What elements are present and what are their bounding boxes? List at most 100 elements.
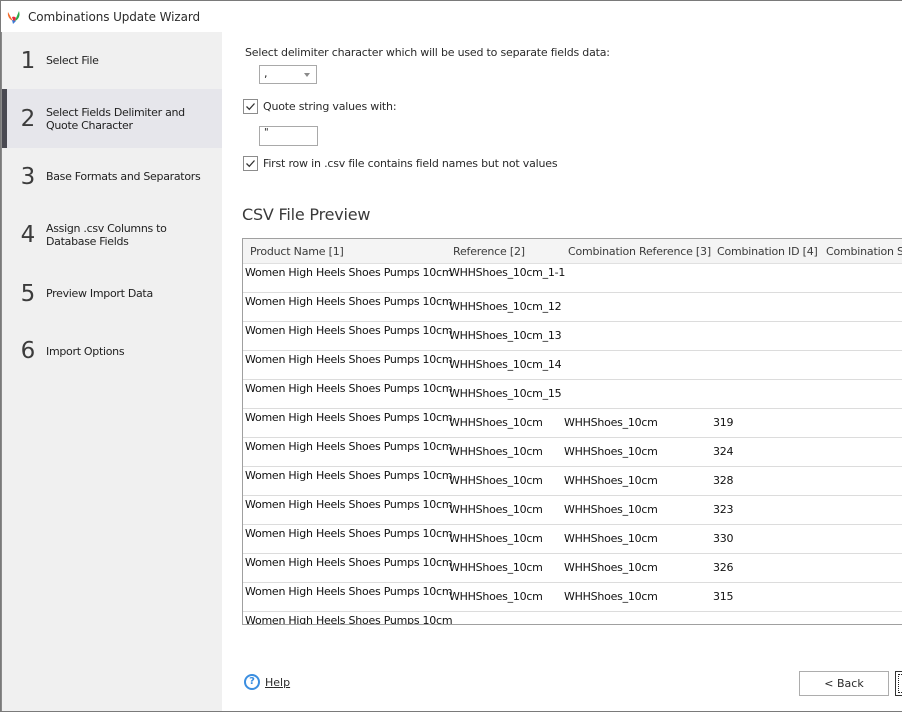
step-select-delimiter[interactable]: 2 Select Fields Delimiter and Quote Char… [2, 89, 223, 148]
table-row[interactable]: Women High Heels Shoes Pumps 10cm WHHShoe… [243, 467, 902, 496]
app-butterfly-icon [7, 10, 20, 24]
step-label: Select Fields Delimiter and Quote Charac… [46, 105, 185, 132]
table-cell: Women High Heels Shoes Pumps 10cm [245, 614, 453, 625]
column-header[interactable]: Combination Reference [3] [568, 245, 711, 258]
step-number: 5 [20, 280, 36, 307]
table-cell: WHHShoes_10cm [564, 445, 658, 458]
window-title: Combinations Update Wizard [28, 9, 200, 24]
title-bar: Combinations Update Wizard [1, 1, 902, 32]
column-header[interactable]: Combination ID [4] [717, 245, 818, 258]
table-cell: WHHShoes_10cm_13 [449, 329, 562, 342]
step-base-formats[interactable]: 3 Base Formats and Separators [2, 148, 223, 205]
column-header[interactable]: Combination S [826, 245, 902, 258]
csv-preview-title: CSV File Preview [242, 205, 371, 224]
first-row-checkbox[interactable] [243, 156, 258, 171]
step-label: Base Formats and Separators [46, 170, 201, 183]
help-link[interactable]: ? Help [244, 674, 290, 690]
quote-option: Quote string values with: [243, 99, 397, 114]
table-cell: Women High Heels Shoes Pumps 10cm [245, 382, 453, 395]
step-label: Assign .csv Columns to Database Fields [46, 222, 167, 248]
step-import-options[interactable]: 6 Import Options [2, 322, 223, 380]
table-cell: WHHShoes_10cm [564, 416, 658, 429]
wizard-steps-sidebar: 1 Select File 2 Select Fields Delimiter … [1, 32, 223, 711]
table-row[interactable]: Women High Heels Shoes Pumps 10cm WHHShoe… [243, 264, 902, 293]
step-assign-columns[interactable]: 4 Assign .csv Columns to Database Fields [2, 205, 223, 265]
table-cell: WHHShoes_10cm [449, 416, 543, 429]
step-label: Select File [46, 54, 99, 67]
table-row[interactable]: Women High Heels Shoes Pumps 10cm WHHShoe… [243, 293, 902, 322]
table-cell: WHHShoes_10cm_15 [449, 387, 562, 400]
main-panel: Select delimiter character which will be… [222, 32, 902, 711]
back-button[interactable]: < Back [799, 671, 889, 696]
wizard-window: Combinations Update Wizard 1 Select File… [0, 0, 902, 712]
table-row[interactable]: Women High Heels Shoes Pumps 10cm WHHShoe… [243, 409, 902, 438]
table-cell: WHHShoes_10cm_1-1 [449, 266, 566, 279]
table-cell: WHHShoes_10cm [564, 590, 658, 603]
table-cell: WHHShoes_10cm [449, 532, 543, 545]
table-cell: 330 [713, 532, 734, 545]
checkmark-icon [246, 160, 255, 168]
delimiter-select[interactable]: , [259, 65, 317, 84]
step-preview-import[interactable]: 5 Preview Import Data [2, 265, 223, 322]
csv-preview-grid[interactable]: Product Name [1] Reference [2] Combinati… [242, 238, 902, 625]
first-row-option: First row in .csv file contains field na… [243, 156, 558, 171]
step-label: Import Options [46, 344, 125, 358]
chevron-down-icon [304, 73, 310, 77]
table-cell: WHHShoes_10cm [449, 445, 543, 458]
table-cell: WHHShoes_10cm [449, 590, 543, 603]
table-cell: WHHShoes_10cm [449, 561, 543, 574]
step-number: 3 [20, 163, 36, 190]
delimiter-value: , [264, 67, 268, 80]
table-cell: WHHShoes_10cm [449, 474, 543, 487]
step-select-file[interactable]: 1 Select File [2, 32, 223, 89]
table-cell: WHHShoes_10cm [564, 503, 658, 516]
table-cell: WHHShoes_10cm_14 [449, 358, 562, 371]
table-cell: Women High Heels Shoes Pumps 10cm [245, 353, 453, 366]
table-cell: 324 [713, 445, 734, 458]
quote-checkbox[interactable] [243, 99, 258, 114]
step-number: 4 [20, 222, 36, 248]
next-button[interactable] [895, 671, 902, 696]
step-number: 2 [20, 105, 36, 132]
table-cell: 319 [713, 416, 734, 429]
table-cell: Women High Heels Shoes Pumps 10cm [245, 295, 453, 308]
table-cell: Women High Heels Shoes Pumps 10cm [245, 411, 453, 424]
table-cell: WHHShoes_10cm [564, 532, 658, 545]
table-cell: Women High Heels Shoes Pumps 10cm [245, 498, 453, 511]
column-header[interactable]: Product Name [1] [250, 245, 344, 258]
table-cell: 323 [713, 503, 734, 516]
table-cell: Women High Heels Shoes Pumps 10cm [245, 469, 453, 482]
table-row[interactable]: Women High Heels Shoes Pumps 10cm WHHShoe… [243, 496, 902, 525]
table-cell: 326 [713, 561, 734, 574]
table-row[interactable]: Women High Heels Shoes Pumps 10cm WHHShoe… [243, 583, 902, 612]
help-icon: ? [244, 674, 260, 690]
table-cell: Women High Heels Shoes Pumps 10cm [245, 324, 453, 337]
table-cell: Women High Heels Shoes Pumps 10cm [245, 440, 453, 453]
grid-header: Product Name [1] Reference [2] Combinati… [243, 239, 902, 264]
table-cell: Women High Heels Shoes Pumps 10cm [245, 527, 453, 540]
table-row[interactable]: Women High Heels Shoes Pumps 10cm WHHShoe… [243, 554, 902, 583]
table-row[interactable]: Women High Heels Shoes Pumps 10cm [243, 612, 902, 625]
quote-char-input[interactable]: " [259, 126, 318, 146]
table-cell: 328 [713, 474, 734, 487]
delimiter-label: Select delimiter character which will be… [245, 46, 610, 59]
first-row-checkbox-label: First row in .csv file contains field na… [263, 157, 558, 170]
checkmark-icon [246, 103, 255, 111]
table-row[interactable]: Women High Heels Shoes Pumps 10cm WHHShoe… [243, 380, 902, 409]
table-row[interactable]: Women High Heels Shoes Pumps 10cm WHHShoe… [243, 525, 902, 554]
table-cell: WHHShoes_10cm [449, 503, 543, 516]
column-header[interactable]: Reference [2] [453, 245, 525, 258]
table-cell: Women High Heels Shoes Pumps 10cm [245, 556, 453, 569]
step-number: 6 [20, 338, 36, 364]
step-number: 1 [20, 47, 36, 74]
table-cell: Women High Heels Shoes Pumps 10cm [245, 585, 453, 598]
table-cell: WHHShoes_10cm_12 [449, 300, 562, 313]
table-cell: WHHShoes_10cm [564, 561, 658, 574]
quote-checkbox-label: Quote string values with: [263, 100, 397, 113]
help-label: Help [265, 675, 291, 689]
table-cell: 315 [713, 590, 734, 603]
table-row[interactable]: Women High Heels Shoes Pumps 10cm WHHShoe… [243, 322, 902, 351]
table-row[interactable]: Women High Heels Shoes Pumps 10cm WHHShoe… [243, 438, 902, 467]
table-row[interactable]: Women High Heels Shoes Pumps 10cm WHHShoe… [243, 351, 902, 380]
step-label: Preview Import Data [46, 287, 153, 300]
